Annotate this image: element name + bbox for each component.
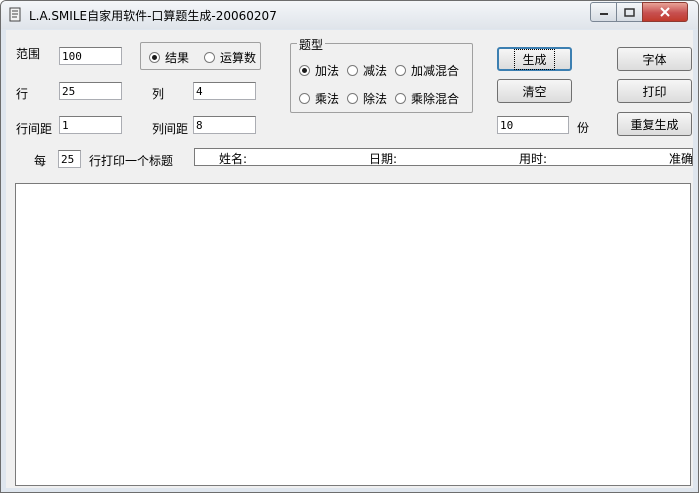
app-window: L.A.SMILE自家用软件-口算题生成-20060207 范围 100 行 2…: [0, 0, 699, 493]
radio-multiplication[interactable]: 乘法: [299, 90, 339, 107]
regenerate-button[interactable]: 重复生成: [617, 112, 692, 136]
radio-addition-dot[interactable]: [299, 65, 310, 76]
radio-mul-div-mixed-dot[interactable]: [395, 93, 406, 104]
title-bar[interactable]: L.A.SMILE自家用软件-口算题生成-20060207: [1, 1, 698, 29]
every-label: 每: [34, 154, 47, 168]
radio-operand-label: 运算数: [220, 51, 257, 65]
result-mode-group: 结果 运算数: [140, 42, 261, 70]
radio-add-sub-mixed-label: 加减混合: [411, 64, 460, 78]
radio-result-dot[interactable]: [149, 52, 160, 63]
cols-label: 列: [152, 87, 165, 101]
col-spacing-label: 列间距: [152, 122, 189, 136]
minimize-button[interactable]: [590, 2, 617, 22]
font-button[interactable]: 字体: [617, 47, 692, 71]
range-label: 范围: [16, 47, 41, 61]
question-type-group: 题型 加法 减法 加减混合 乘法 除法 乘除混合: [290, 36, 473, 113]
clear-button-label: 清空: [522, 84, 547, 99]
radio-operand[interactable]: 运算数: [204, 49, 256, 66]
radio-mul-div-mixed[interactable]: 乘除混合: [395, 90, 459, 107]
header-interval-input[interactable]: 25: [58, 150, 81, 168]
header-time-used: 用时:: [519, 152, 548, 166]
radio-subtraction[interactable]: 减法: [347, 62, 387, 79]
header-accuracy: 准确: [669, 152, 693, 166]
minimize-icon: [599, 13, 608, 15]
output-textarea[interactable]: [15, 183, 691, 486]
radio-result[interactable]: 结果: [149, 49, 189, 66]
col-spacing-input[interactable]: 8: [193, 116, 256, 134]
copies-unit-label: 份: [577, 121, 590, 135]
maximize-icon: [624, 7, 635, 17]
radio-addition[interactable]: 加法: [299, 62, 339, 79]
radio-multiplication-label: 乘法: [315, 92, 340, 106]
radio-result-label: 结果: [165, 51, 190, 65]
maximize-button[interactable]: [616, 2, 643, 22]
radio-multiplication-dot[interactable]: [299, 93, 310, 104]
close-button[interactable]: [642, 2, 688, 22]
radio-operand-dot[interactable]: [204, 52, 215, 63]
window-title: L.A.SMILE自家用软件-口算题生成-20060207: [29, 9, 277, 23]
app-scroll-icon: [9, 7, 21, 22]
header-interval-label: 行打印一个标题: [89, 154, 174, 168]
regenerate-button-label: 重复生成: [630, 117, 679, 132]
print-button-label: 打印: [642, 84, 667, 99]
rows-input[interactable]: 25: [59, 82, 122, 100]
rows-label: 行: [16, 87, 29, 101]
range-input[interactable]: 100: [59, 47, 122, 65]
header-date: 日期:: [369, 152, 398, 166]
generate-button[interactable]: 生成: [497, 47, 572, 71]
radio-subtraction-label: 减法: [363, 64, 388, 78]
close-icon: [660, 7, 670, 17]
header-name: 姓名:: [219, 152, 248, 166]
print-button[interactable]: 打印: [617, 79, 692, 103]
copies-input[interactable]: 10: [497, 116, 569, 134]
radio-add-sub-mixed[interactable]: 加减混合: [395, 62, 459, 79]
font-button-label: 字体: [642, 52, 667, 67]
radio-division-dot[interactable]: [347, 93, 358, 104]
row-spacing-label: 行间距: [16, 122, 53, 136]
radio-add-sub-mixed-dot[interactable]: [395, 65, 406, 76]
client-area: 范围 100 行 25 列 4 行间距 1 列间距 8 结果 运算数 题型 加法: [6, 30, 693, 488]
radio-mul-div-mixed-label: 乘除混合: [411, 92, 460, 106]
radio-division[interactable]: 除法: [347, 90, 387, 107]
cols-input[interactable]: 4: [193, 82, 256, 100]
question-type-title: 题型: [297, 36, 326, 53]
radio-division-label: 除法: [363, 92, 388, 106]
print-header-strip: 姓名: 日期: 用时: 准确: [194, 148, 693, 166]
row-spacing-input[interactable]: 1: [59, 116, 122, 134]
radio-addition-label: 加法: [315, 64, 340, 78]
clear-button[interactable]: 清空: [497, 79, 572, 103]
generate-button-label: 生成: [514, 48, 555, 70]
radio-subtraction-dot[interactable]: [347, 65, 358, 76]
